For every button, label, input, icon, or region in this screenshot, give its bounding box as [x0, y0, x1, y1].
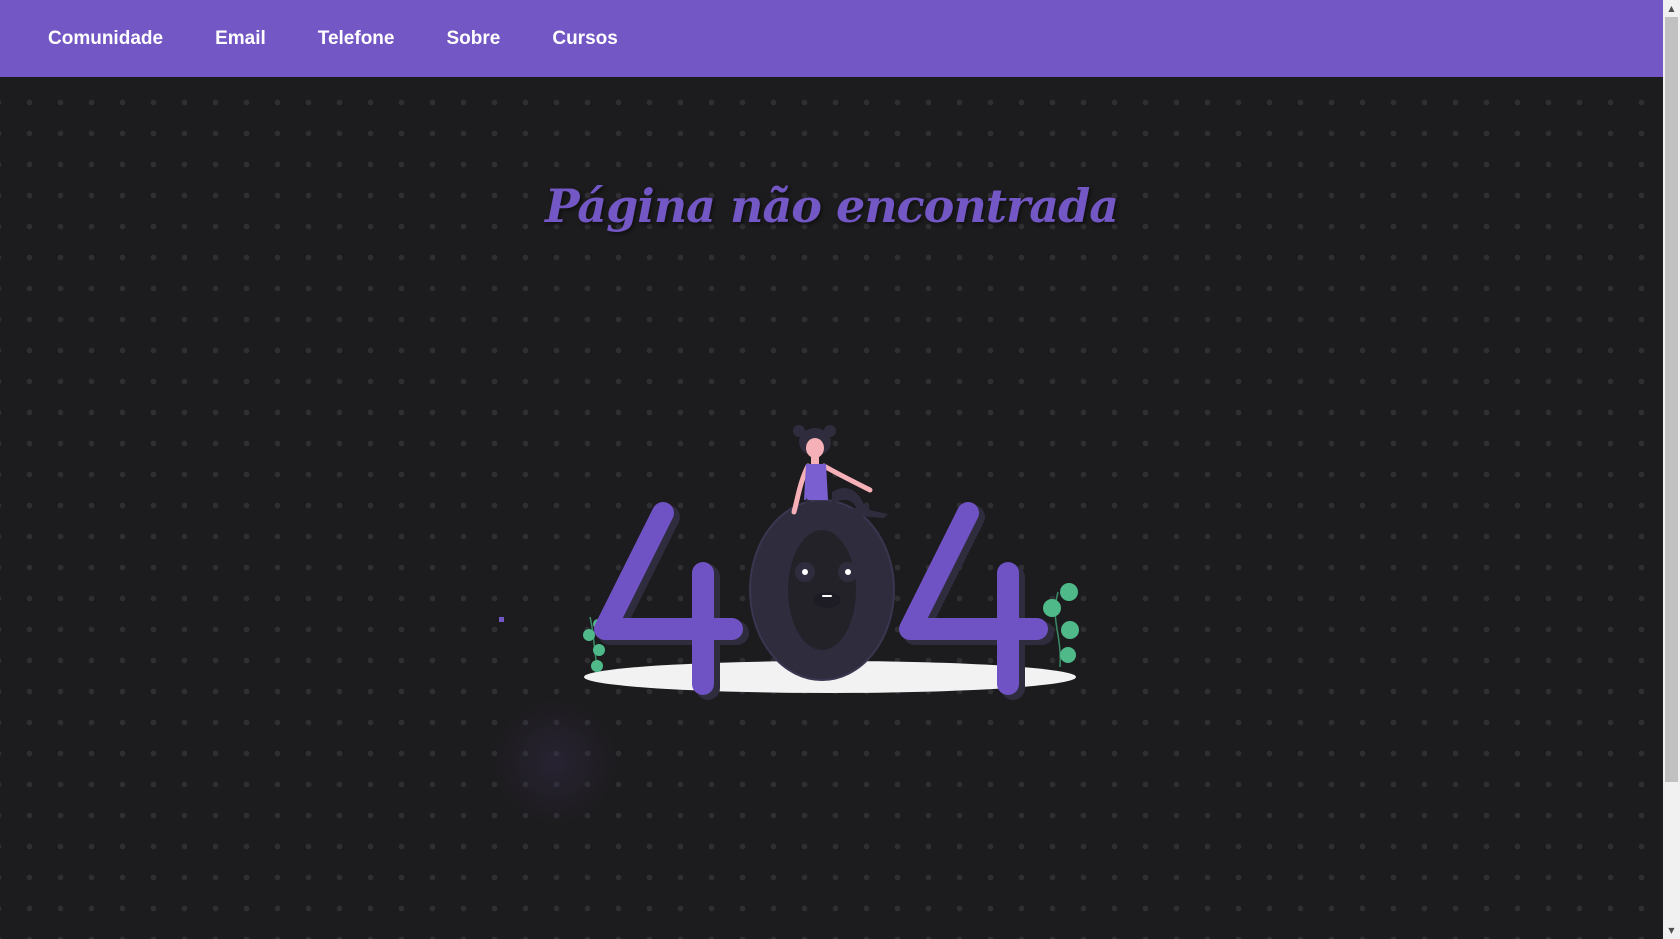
vertical-scrollbar[interactable]: ▲ ▼	[1663, 0, 1680, 939]
digit-zero	[749, 499, 895, 681]
digit-four-left	[594, 502, 749, 700]
decorative-dot	[499, 617, 504, 622]
page-title: Página não encontrada	[544, 179, 1119, 233]
scroll-down-arrow-icon[interactable]: ▼	[1663, 922, 1680, 939]
top-navbar: Comunidade Email Telefone Sobre Cursos	[0, 0, 1663, 77]
page: Comunidade Email Telefone Sobre Cursos P…	[0, 0, 1680, 939]
scroll-up-arrow-icon[interactable]: ▲	[1663, 0, 1680, 17]
404-illustration-icon	[583, 425, 1079, 700]
nav-link-email[interactable]: Email	[215, 28, 266, 50]
nav-link-sobre[interactable]: Sobre	[446, 28, 500, 50]
main-content: Página não encontrada	[0, 77, 1663, 939]
background-glow	[490, 697, 620, 827]
scrollbar-thumb[interactable]	[1665, 17, 1678, 782]
digit-four-right	[899, 502, 1054, 700]
nav-link-cursos[interactable]: Cursos	[552, 28, 617, 50]
nav-link-comunidade[interactable]: Comunidade	[48, 28, 163, 50]
nav-link-telefone[interactable]: Telefone	[318, 28, 395, 50]
